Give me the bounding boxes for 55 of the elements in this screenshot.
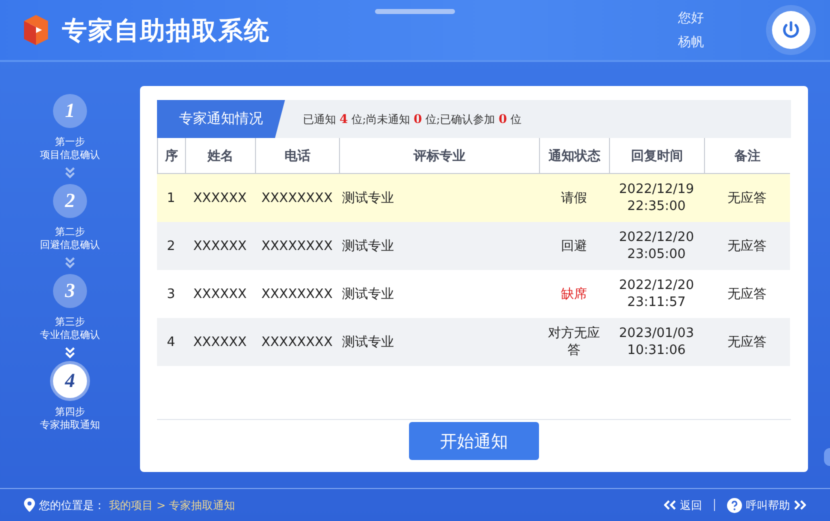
step-number[interactable]: 2 xyxy=(53,184,87,218)
table-cell: XXXXXXXX xyxy=(255,318,339,366)
table-cell: 测试专业 xyxy=(339,222,539,270)
chevron-down-icon xyxy=(65,257,75,269)
step-number[interactable]: 4 xyxy=(53,364,87,398)
table-cell: XXXXXX xyxy=(185,222,255,270)
app-title: 专家自助抽取系统 xyxy=(62,14,270,46)
back-link[interactable]: 返回 xyxy=(664,498,702,512)
power-icon xyxy=(781,20,801,40)
table-cell: 无应答 xyxy=(704,174,790,222)
chevron-down-icon xyxy=(65,167,75,179)
step-number[interactable]: 3 xyxy=(53,274,87,308)
table-cell: 无应答 xyxy=(704,318,790,366)
chevron-down-icon xyxy=(65,347,75,359)
greeting: 您好 xyxy=(678,10,704,27)
step-number[interactable]: 1 xyxy=(53,94,87,128)
panel-title: 专家通知情况 xyxy=(157,100,285,138)
start-notify-button[interactable]: 开始通知 xyxy=(409,422,539,460)
location-pin-icon xyxy=(24,498,35,512)
breadcrumb: 我的项目 > 专家抽取通知 xyxy=(109,498,236,512)
table-cell: 回避 xyxy=(539,222,609,270)
double-chevron-right-icon xyxy=(794,500,806,510)
step-label: 第二步 xyxy=(55,226,85,239)
table-cell: XXXXXX xyxy=(185,174,255,222)
table-cell: 测试专业 xyxy=(339,318,539,366)
table-cell: 2022/12/20 23:05:00 xyxy=(609,222,704,270)
table-cell: XXXXXXXX xyxy=(255,222,339,270)
table-cell: 2023/01/03 10:31:06 xyxy=(609,318,704,366)
table-cell: 无应答 xyxy=(704,222,790,270)
table-cell: XXXXXXXX xyxy=(255,174,339,222)
table-cell: 1 xyxy=(157,174,185,222)
table-cell: 对方无应答 xyxy=(539,318,609,366)
double-chevron-left-icon xyxy=(664,500,676,510)
step-label: 第四步 xyxy=(55,406,85,419)
step-name: 专家抽取通知 xyxy=(40,419,100,432)
help-link[interactable]: 呼叫帮助 xyxy=(727,498,806,512)
drag-handle[interactable] xyxy=(375,9,455,14)
table-cell: 2022/12/19 22:35:00 xyxy=(609,174,704,222)
help-icon xyxy=(727,498,742,512)
step-name: 专业信息确认 xyxy=(40,329,100,342)
table-cell: 2 xyxy=(157,222,185,270)
table-cell: 请假 xyxy=(539,174,609,222)
step-name: 项目信息确认 xyxy=(40,149,100,162)
side-handle[interactable] xyxy=(824,448,830,466)
step-label: 第一步 xyxy=(55,136,85,149)
power-button[interactable] xyxy=(772,11,810,49)
location-label: 您的位置是： xyxy=(39,498,105,512)
table-cell: 4 xyxy=(157,318,185,366)
table-cell: 测试专业 xyxy=(339,174,539,222)
notification-summary: 已通知 4 位;尚未通知 0 位;已确认参加 0 位 xyxy=(303,112,522,126)
step-label: 第三步 xyxy=(55,316,85,329)
user-name: 杨帆 xyxy=(678,34,704,51)
logo-icon xyxy=(22,15,50,45)
step-name: 回避信息确认 xyxy=(40,239,100,252)
table-cell: XXXXXX xyxy=(185,318,255,366)
